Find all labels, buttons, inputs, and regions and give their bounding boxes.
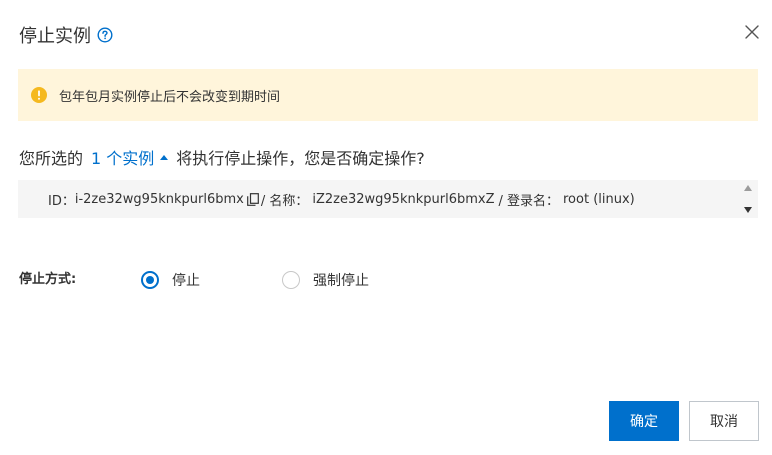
scroll-up-icon[interactable] xyxy=(744,185,752,191)
help-circle-icon[interactable] xyxy=(97,27,113,43)
instance-name-value: iZ2ze32wg95knkpurl6bmxZ xyxy=(312,191,495,207)
close-icon xyxy=(745,24,759,43)
instance-row: ID： i-2ze32wg95knkpurl6bmx / 名称： iZ2ze32… xyxy=(48,180,635,218)
confirm-button[interactable]: 确定 xyxy=(609,401,679,441)
login-name-label: / 登录名： xyxy=(498,193,559,209)
instance-count-link[interactable]: 1 个实例 xyxy=(91,145,154,169)
instance-id-label: ID： xyxy=(48,193,75,209)
confirm-suffix: 将执行停止操作，您是否确定操作? xyxy=(176,149,425,168)
radio-force-stop[interactable]: 强制停止 xyxy=(282,269,369,291)
scroll-down-icon[interactable] xyxy=(744,207,752,213)
instance-list-scrollbar[interactable] xyxy=(742,183,754,215)
caret-up-icon xyxy=(160,154,169,160)
stop-mode-label: 停止方式: xyxy=(19,272,77,287)
dialog-title-row: 停止实例 xyxy=(19,22,113,48)
instance-name-label: / 名称： xyxy=(260,193,309,209)
instance-count-toggle[interactable]: 1 个实例 xyxy=(91,145,169,169)
copy-icon[interactable] xyxy=(246,192,259,206)
cancel-button[interactable]: 取消 xyxy=(689,401,759,441)
warning-banner: 包年包月实例停止后不会改变到期时间 xyxy=(18,69,758,121)
close-button[interactable] xyxy=(742,23,762,43)
login-name-value: root (linux) xyxy=(563,191,635,207)
warning-text: 包年包月实例停止后不会改变到期时间 xyxy=(59,89,281,105)
instance-id-value: i-2ze32wg95knkpurl6bmx xyxy=(74,191,244,207)
radio-force-stop-label[interactable]: 强制停止 xyxy=(313,270,369,290)
radio-stop-circle[interactable] xyxy=(141,271,159,289)
stop-instance-dialog: 停止实例 包年包月实例停止后不会改变到期时间 您所选的 1 个实例 将执行停止操… xyxy=(0,0,772,455)
radio-selected-dot xyxy=(146,276,154,284)
radio-stop[interactable]: 停止 xyxy=(141,269,200,291)
warning-icon xyxy=(31,87,47,103)
radio-stop-label[interactable]: 停止 xyxy=(172,270,200,290)
radio-force-stop-circle[interactable] xyxy=(282,271,300,289)
instance-list: ID： i-2ze32wg95knkpurl6bmx / 名称： iZ2ze32… xyxy=(18,180,758,218)
dialog-title: 停止实例 xyxy=(19,26,91,47)
confirm-message: 您所选的 1 个实例 将执行停止操作，您是否确定操作? xyxy=(19,146,425,168)
confirm-prefix: 您所选的 xyxy=(19,149,84,168)
